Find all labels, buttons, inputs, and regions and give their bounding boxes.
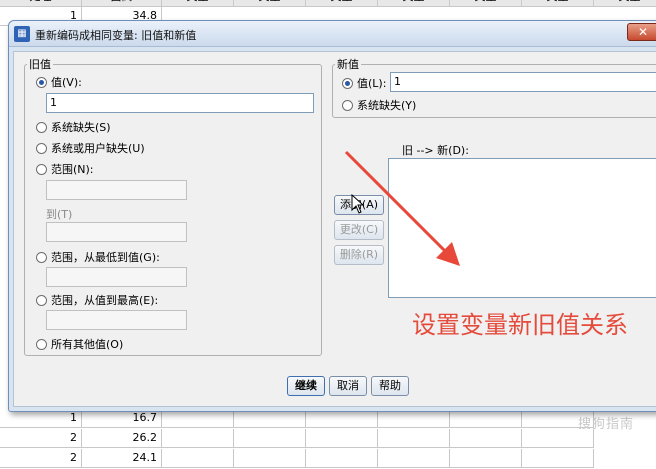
annotation-text: 设置变量新旧值关系 (412, 311, 628, 339)
annotation-arrow (344, 150, 460, 266)
mouse-cursor-icon (351, 194, 365, 214)
